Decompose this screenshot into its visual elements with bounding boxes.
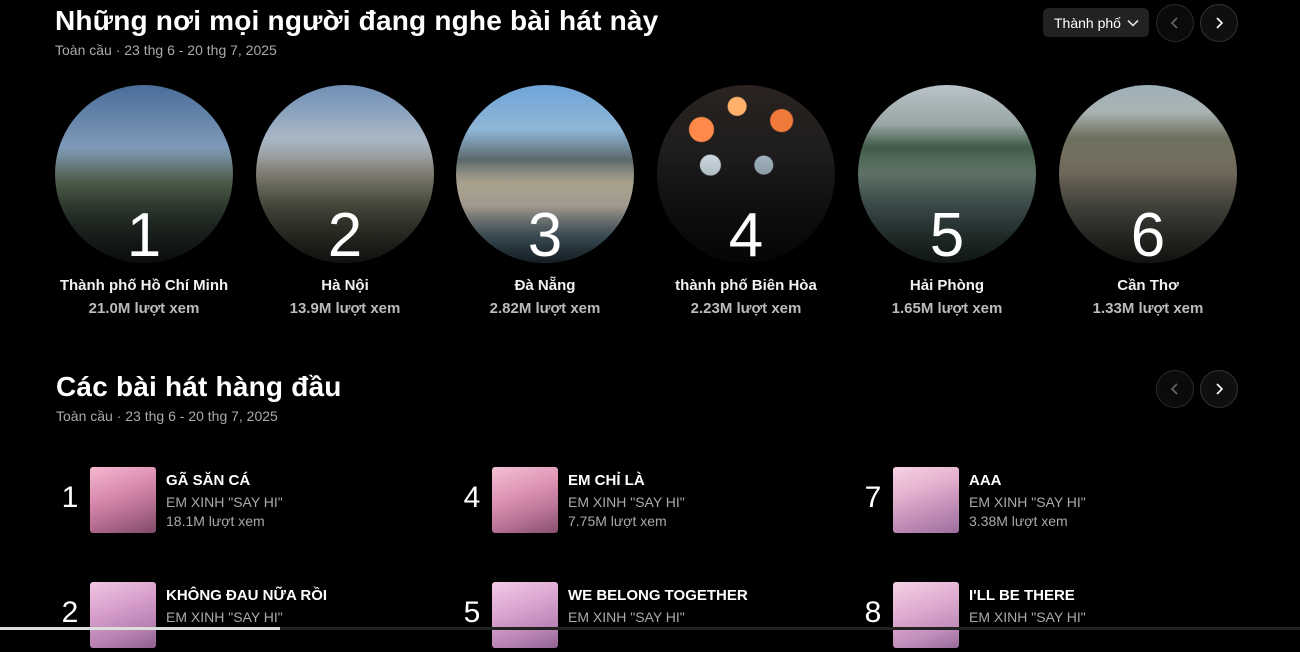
cities-section-subtitle: Toàn cầu · 23 thg 6 - 20 thg 7, 2025 — [55, 42, 277, 58]
song-artist: EM XINH "SAY HI" — [568, 609, 685, 625]
city-image: 6 — [1059, 85, 1237, 263]
chevron-left-icon — [1170, 17, 1178, 29]
song-thumbnail — [893, 467, 959, 533]
song-item[interactable]: 2 KHÔNG ĐAU NỮA RỒI EM XINH "SAY HI" — [56, 582, 406, 652]
city-image: 5 — [858, 85, 1036, 263]
chevron-left-icon — [1170, 383, 1178, 395]
song-rank: 7 — [864, 481, 882, 514]
cities-next-button[interactable] — [1200, 4, 1238, 42]
song-artist: EM XINH "SAY HI" — [969, 494, 1086, 510]
city-image: 3 — [456, 85, 634, 263]
city-rank: 3 — [527, 201, 563, 264]
song-title: KHÔNG ĐAU NỮA RỒI — [166, 587, 328, 604]
city-name: Cần Thơ — [1117, 277, 1179, 294]
city-card[interactable]: 1 Thành phố Hồ Chí Minh 21.0M lượt xem — [54, 85, 234, 317]
song-thumbnail — [893, 582, 959, 648]
city-image: 4 — [657, 85, 835, 263]
songs-section-subtitle: Toàn cầu · 23 thg 6 - 20 thg 7, 2025 — [56, 408, 278, 424]
song-thumbnail — [492, 582, 558, 648]
cities-prev-button[interactable] — [1156, 4, 1194, 42]
song-rank: 5 — [463, 596, 481, 629]
dropdown-value: Thành phố — [1054, 14, 1121, 31]
song-item[interactable]: 7 AAA EM XINH "SAY HI" 3.38M lượt xem — [859, 467, 1209, 537]
song-thumbnail — [90, 467, 156, 533]
city-rank: 1 — [126, 201, 162, 264]
song-artist: EM XINH "SAY HI" — [166, 494, 283, 510]
songs-prev-button[interactable] — [1156, 370, 1194, 408]
chevron-right-icon — [1216, 17, 1224, 29]
city-rank: 4 — [728, 201, 764, 264]
song-views: 7.75M lượt xem — [568, 513, 667, 529]
city-rank: 2 — [327, 201, 363, 264]
chevron-right-icon — [1216, 383, 1224, 395]
song-title: GÃ SĂN CÁ — [166, 472, 251, 489]
city-views: 21.0M lượt xem — [88, 300, 200, 317]
city-views: 1.33M lượt xem — [1092, 300, 1204, 317]
city-name: thành phố Biên Hòa — [675, 277, 817, 294]
city-views: 1.65M lượt xem — [891, 300, 1003, 317]
city-card[interactable]: 6 Cần Thơ 1.33M lượt xem — [1058, 85, 1238, 317]
song-title: WE BELONG TOGETHER — [568, 587, 748, 604]
city-card[interactable]: 5 Hải Phòng 1.65M lượt xem — [857, 85, 1037, 317]
songs-next-button[interactable] — [1200, 370, 1238, 408]
chevron-down-icon — [1127, 19, 1139, 27]
city-rank: 6 — [1130, 201, 1166, 264]
city-card[interactable]: 2 Hà Nội 13.9M lượt xem — [255, 85, 435, 317]
song-rank: 1 — [61, 481, 79, 514]
city-card[interactable]: 4 thành phố Biên Hòa 2.23M lượt xem — [656, 85, 836, 317]
city-image: 1 — [55, 85, 233, 263]
song-item[interactable]: 1 GÃ SĂN CÁ EM XINH "SAY HI" 18.1M lượt … — [56, 467, 406, 537]
city-name: Hải Phòng — [909, 277, 985, 294]
cities-section-title: Những nơi mọi người đang nghe bài hát nà… — [55, 5, 659, 36]
city-name: Đà Nẵng — [514, 277, 576, 294]
song-title: I'LL BE THERE — [969, 587, 1075, 604]
city-views: 13.9M lượt xem — [289, 300, 401, 317]
song-title: AAA — [969, 472, 1002, 489]
song-rank: 8 — [864, 596, 882, 629]
song-views: 18.1M lượt xem — [166, 513, 265, 529]
song-views: 3.38M lượt xem — [969, 513, 1068, 529]
city-views: 2.23M lượt xem — [690, 300, 802, 317]
song-title: EM CHỈ LÀ — [568, 472, 645, 489]
song-thumbnail — [90, 582, 156, 648]
song-item[interactable]: 5 WE BELONG TOGETHER EM XINH "SAY HI" — [458, 582, 808, 652]
location-type-dropdown[interactable]: Thành phố — [1043, 8, 1149, 37]
song-item[interactable]: 4 EM CHỈ LÀ EM XINH "SAY HI" 7.75M lượt … — [458, 467, 808, 537]
city-rank: 5 — [929, 201, 965, 264]
song-artist: EM XINH "SAY HI" — [166, 609, 283, 625]
song-item[interactable]: 8 I'LL BE THERE EM XINH "SAY HI" — [859, 582, 1209, 652]
city-name: Thành phố Hồ Chí Minh — [59, 277, 229, 294]
city-image: 2 — [256, 85, 434, 263]
city-name: Hà Nội — [321, 277, 369, 294]
song-rank: 2 — [61, 596, 79, 629]
song-artist: EM XINH "SAY HI" — [969, 609, 1086, 625]
song-rank: 4 — [463, 481, 481, 514]
city-views: 2.82M lượt xem — [489, 300, 601, 317]
song-artist: EM XINH "SAY HI" — [568, 494, 685, 510]
song-thumbnail — [492, 467, 558, 533]
songs-section-title: Các bài hát hàng đầu — [56, 371, 342, 402]
city-card[interactable]: 3 Đà Nẵng 2.82M lượt xem — [455, 85, 635, 317]
